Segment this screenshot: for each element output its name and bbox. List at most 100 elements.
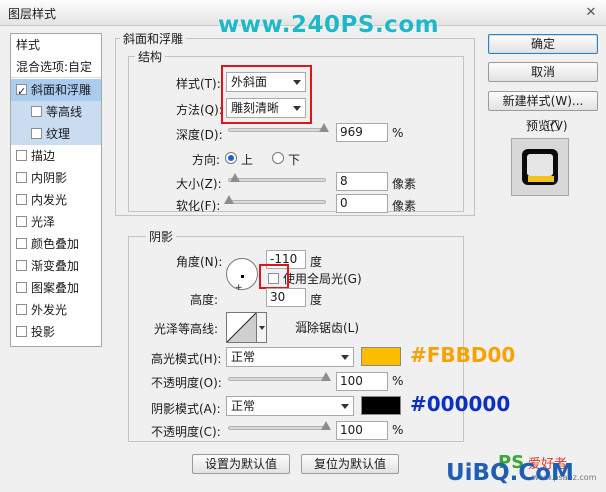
direction-up-radio[interactable] — [225, 152, 237, 164]
style-item-contour[interactable]: 等高线 — [11, 101, 101, 123]
chevron-down-icon — [259, 326, 265, 330]
style-item-label: 外发光 — [31, 303, 68, 317]
highlight-opacity-unit: % — [392, 374, 404, 388]
size-input[interactable]: 8 — [336, 172, 388, 191]
depth-unit: % — [392, 126, 404, 140]
structure-title: 结构 — [135, 48, 166, 65]
depth-slider[interactable] — [228, 123, 330, 132]
size-slider[interactable] — [228, 173, 326, 182]
reset-default-button[interactable]: 复位为默认值 — [301, 454, 399, 474]
style-item-inner-shadow[interactable]: 内阴影 — [11, 167, 101, 189]
soften-slider[interactable] — [224, 195, 326, 204]
highlight-opacity-input[interactable]: 100 — [336, 372, 388, 391]
antialias-label: 消除锯齿(L) — [295, 321, 360, 335]
direction-down-label: 下 — [288, 153, 301, 167]
preview-highlight-edge — [528, 176, 554, 182]
checkbox-icon[interactable] — [16, 238, 27, 249]
gloss-contour-dropdown[interactable] — [257, 312, 267, 343]
style-item-label: 渐变叠加 — [31, 259, 80, 273]
preview-shape-inner — [527, 154, 553, 176]
shading-title: 阴影 — [146, 228, 177, 245]
style-item-inner-glow[interactable]: 内发光 — [11, 189, 101, 211]
slider-thumb[interactable] — [224, 195, 234, 204]
style-item-label: 内阴影 — [31, 171, 68, 185]
slider-thumb[interactable] — [321, 421, 331, 430]
technique-label: 方法(Q): — [176, 103, 223, 117]
close-icon[interactable]: ✕ — [582, 4, 600, 21]
style-item-gradient-overlay[interactable]: 渐变叠加 — [11, 255, 101, 277]
style-item-label: 内发光 — [31, 193, 68, 207]
gloss-contour-preview[interactable] — [226, 312, 257, 343]
shadow-opacity-unit: % — [392, 423, 404, 437]
highlight-color-swatch[interactable] — [361, 347, 401, 366]
window-title: 图层样式 — [8, 7, 57, 21]
checkbox-icon[interactable] — [16, 150, 27, 161]
checkbox-icon[interactable] — [16, 81, 27, 103]
crosshair-icon: + — [235, 283, 243, 293]
style-item-outer-glow[interactable]: 外发光 — [11, 299, 101, 321]
shadow-mode-select[interactable]: 正常 — [226, 396, 354, 416]
style-item-color-overlay[interactable]: 颜色叠加 — [11, 233, 101, 255]
slider-thumb[interactable] — [321, 372, 331, 381]
altitude-input[interactable]: 30 — [266, 288, 306, 307]
style-item-texture[interactable]: 纹理 — [11, 123, 101, 145]
direction-down-radio[interactable] — [272, 152, 284, 164]
new-style-button[interactable]: 新建样式(W)... — [488, 91, 598, 111]
style-item-satin[interactable]: 光泽 — [11, 211, 101, 233]
style-item-drop-shadow[interactable]: 投影 — [11, 321, 101, 343]
blend-options-item[interactable]: 混合选项:自定 — [11, 56, 101, 78]
bevel-emboss-title: 斜面和浮雕 — [120, 30, 187, 47]
uibq-watermark: UiBQ.CoM — [446, 460, 574, 486]
soften-input[interactable]: 0 — [336, 194, 388, 213]
style-item-bevel-emboss[interactable]: 斜面和浮雕 — [11, 79, 101, 103]
depth-label: 深度(D): — [176, 128, 223, 142]
direction-up-label: 上 — [241, 153, 254, 167]
style-item-stroke[interactable]: 描边 — [11, 145, 101, 167]
angle-dial-point — [241, 275, 244, 278]
angle-label: 角度(N): — [176, 255, 223, 269]
checkbox-icon[interactable] — [16, 194, 27, 205]
cancel-button[interactable]: 取消 — [488, 62, 598, 82]
highlight-opacity-slider[interactable] — [228, 372, 331, 381]
depth-input[interactable]: 969 — [336, 123, 388, 142]
ok-button[interactable]: 确定 — [488, 34, 598, 54]
angle-unit: 度 — [310, 255, 323, 269]
shadow-mode-value: 正常 — [231, 399, 256, 413]
checkbox-icon[interactable] — [16, 260, 27, 271]
styles-list: 样式 混合选项:自定 斜面和浮雕 等高线 纹理 描边 内阴影 内发光 光泽 颜色… — [10, 33, 102, 347]
style-item-pattern-overlay[interactable]: 图案叠加 — [11, 277, 101, 299]
gloss-contour-label: 光泽等高线: — [154, 322, 219, 336]
direction-label: 方向: — [192, 153, 221, 167]
checkbox-icon[interactable] — [16, 326, 27, 337]
highlight-color-annotation: #FBBD00 — [410, 343, 516, 367]
chevron-down-icon — [341, 404, 349, 409]
style-item-label: 等高线 — [46, 105, 83, 119]
watermark-text: www.240PS.com — [218, 12, 440, 38]
highlight-opacity-label: 不透明度(O): — [151, 376, 222, 390]
soften-label: 软化(F): — [176, 199, 221, 213]
highlight-mode-select[interactable]: 正常 — [226, 347, 354, 367]
slider-thumb[interactable] — [319, 123, 330, 132]
shadow-color-annotation: #000000 — [410, 392, 511, 416]
shadow-opacity-input[interactable]: 100 — [336, 421, 388, 440]
style-item-label: 颜色叠加 — [31, 237, 80, 251]
shadow-opacity-slider[interactable] — [228, 421, 331, 430]
altitude-unit: 度 — [310, 293, 323, 307]
chevron-down-icon — [341, 355, 349, 360]
checkbox-icon[interactable] — [16, 216, 27, 227]
slider-thumb[interactable] — [230, 173, 240, 182]
angle-dial[interactable]: + — [226, 258, 258, 293]
checkbox-icon[interactable] — [16, 304, 27, 315]
checkbox-icon[interactable] — [31, 128, 42, 139]
size-label: 大小(Z): — [176, 177, 222, 191]
global-light-label: 使用全局光(G) — [283, 272, 362, 286]
shadow-color-swatch[interactable] — [361, 396, 401, 415]
checkbox-icon[interactable] — [16, 282, 27, 293]
checkbox-icon[interactable] — [31, 106, 42, 117]
styles-header: 样式 — [16, 38, 41, 52]
checkbox-icon[interactable] — [16, 172, 27, 183]
style-item-label: 斜面和浮雕 — [31, 83, 92, 97]
red-highlight-box — [259, 264, 289, 289]
set-default-button[interactable]: 设置为默认值 — [192, 454, 290, 474]
shadow-opacity-label: 不透明度(C): — [151, 425, 221, 439]
